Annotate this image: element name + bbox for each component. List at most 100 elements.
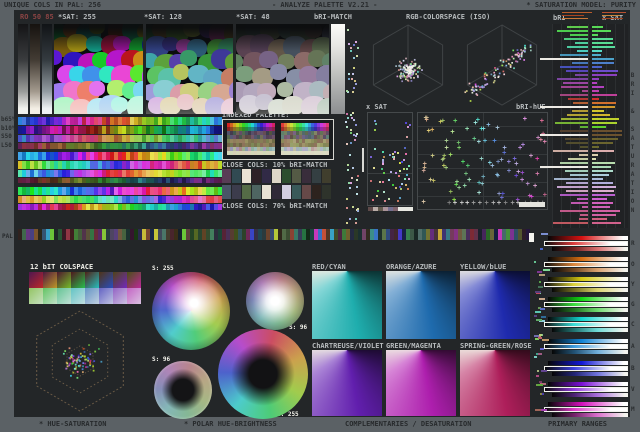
bri-hue-point: +: [479, 155, 484, 164]
palette-stripe-row: [18, 204, 222, 210]
bri-hue-point: +: [477, 179, 482, 188]
desat-noise-mark: [539, 308, 546, 311]
bri-bar: [581, 206, 588, 208]
desat-noise-mark: [539, 392, 543, 395]
bri-bar: [565, 70, 588, 72]
colorspace-point: [501, 64, 504, 67]
margin-dot: [350, 177, 353, 180]
sat-point: [400, 182, 403, 185]
sat-point: [383, 171, 386, 174]
hue-sat-point: [85, 358, 88, 361]
bri-hue-point: +: [430, 151, 435, 160]
bri-hue-point: +: [502, 143, 507, 152]
colorspace-point: [478, 86, 481, 89]
colorspace-point: [477, 85, 480, 88]
bri-hue-point: +: [484, 199, 489, 207]
close-col-swatch: [232, 185, 241, 199]
margin-dot: [346, 142, 349, 145]
margin-dot: [350, 181, 353, 184]
primary-range-letter: C: [631, 321, 635, 328]
bri-bar: [567, 114, 588, 116]
bri-hue-point: +: [482, 137, 488, 146]
margin-dot: [356, 185, 359, 188]
sat-bar: [592, 126, 606, 128]
palette-stripe-row: [18, 161, 222, 169]
colorspace-point: [511, 61, 513, 64]
desat-noise-mark: [537, 285, 543, 288]
bri-bar: [580, 146, 588, 148]
sat-point: [406, 126, 409, 129]
primary-range-bar-framed: [544, 322, 628, 327]
bri-hue-point: +: [522, 115, 527, 124]
bri-bar: [555, 122, 588, 124]
desat-noise-mark: [537, 353, 543, 356]
close-col-swatch: [252, 185, 261, 199]
margin-dot: [346, 207, 349, 210]
margin-dot: [346, 112, 349, 115]
palette-stripe-row: [18, 187, 222, 195]
close-col-swatch: [302, 169, 311, 183]
sat-point: [398, 197, 401, 200]
colorspace-point: [415, 73, 418, 75]
stripe-row-label: b10%: [1, 124, 16, 132]
bri-hue-point: +: [442, 152, 447, 161]
margin-dot: [353, 118, 356, 121]
colorspace-point: [401, 68, 404, 71]
colorspace-point: [486, 83, 489, 85]
margin-dot: [345, 197, 348, 200]
colorspace-point: [484, 84, 486, 86]
sat-bar: [592, 214, 616, 216]
colorspace-point: [493, 74, 496, 76]
sat-point: [405, 152, 408, 155]
bri-hue-point: +: [450, 128, 455, 137]
bri-bar: [578, 154, 588, 156]
colspace12-tile: [127, 272, 141, 288]
margin-dot: [355, 40, 358, 43]
hue-sat-point: [87, 356, 89, 359]
colorspace-point: [412, 72, 415, 75]
sat-point: [394, 187, 397, 190]
desat-noise-mark: [539, 334, 542, 337]
bri-hue-point: +: [464, 124, 470, 133]
hue-sat-point: [74, 363, 77, 366]
close-col-swatch: [232, 169, 241, 183]
colorspace-point: [502, 61, 505, 63]
bri-bar: [559, 130, 588, 132]
bri-bar: [576, 198, 588, 200]
hue-blob-panel-1: [146, 24, 233, 114]
colorspace-point: [505, 60, 508, 63]
polar-wheel-s96-bright: [246, 272, 304, 330]
sat-bar: [592, 86, 604, 88]
palette-stripe-row: [18, 135, 222, 142]
colorspace-point: [406, 76, 409, 79]
hue-sat-point: [85, 366, 87, 369]
margin-dot: [354, 124, 357, 127]
hue-saturation-hexagon: [36, 310, 124, 412]
bri-bar: [568, 98, 588, 100]
primary-range-bar-framed: [544, 262, 628, 267]
sat-point: [390, 171, 393, 174]
bri-hue-point: +: [497, 189, 502, 198]
sat-bar: [592, 26, 603, 28]
blob-shade-top: [54, 24, 143, 114]
bri-bar-white: [540, 166, 588, 168]
desat-noise-mark: [540, 369, 547, 372]
colorspace-point: [400, 73, 402, 76]
bri-hue-point: +: [532, 182, 538, 191]
margin-dot: [354, 83, 357, 86]
primary-range-bar: [552, 372, 628, 376]
hue-sat-point: [82, 347, 85, 350]
margin-dot: [355, 178, 358, 181]
bri-hue-point: +: [460, 158, 466, 167]
colorspace-point: [401, 80, 404, 83]
sat-bar: [592, 42, 613, 44]
bri-hue-point: +: [520, 141, 526, 150]
sat-bar: [592, 66, 603, 68]
sat-bar: [592, 154, 598, 156]
hue-sat-point: [77, 354, 80, 357]
stripe-row-label: b65%: [1, 116, 16, 123]
sat-bar: [592, 34, 599, 36]
sat-bar: [592, 106, 616, 108]
primary-range-bar: [552, 413, 628, 417]
colorspace-point: [400, 75, 402, 77]
